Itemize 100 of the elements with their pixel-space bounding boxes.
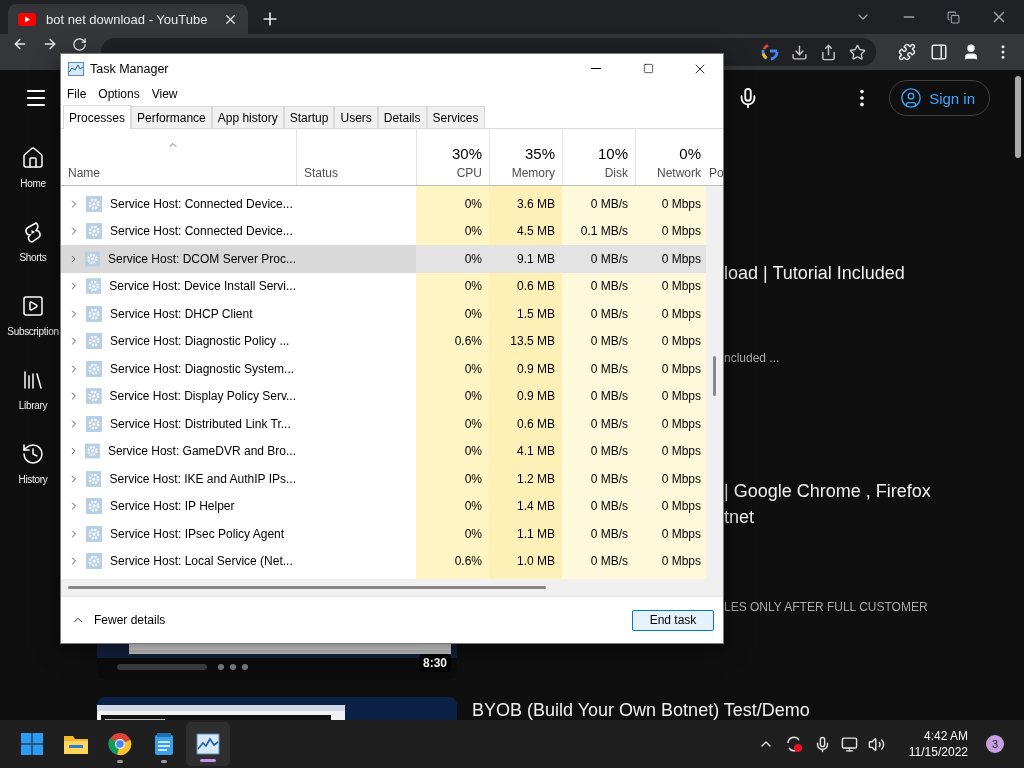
task-manager-icon[interactable]	[196, 733, 220, 755]
network-icon[interactable]	[840, 735, 858, 753]
tab[interactable]: Users	[334, 106, 378, 128]
table-cell-text: 0 MB/s	[589, 388, 629, 406]
scrollbar-thumb[interactable]	[713, 356, 716, 396]
column-header[interactable]: Disk	[604, 166, 628, 180]
gear-icon	[86, 525, 102, 542]
notepad-icon[interactable]	[153, 732, 175, 756]
table-cell-text: 0 Mbps	[660, 195, 702, 213]
tab[interactable]: Details	[377, 106, 427, 128]
notification-badge[interactable]: 3	[986, 735, 1004, 753]
table-cell-text: 0.1 MB/s	[579, 223, 629, 241]
share-icon[interactable]	[820, 43, 837, 61]
back-icon[interactable]	[12, 36, 28, 52]
extensions-icon[interactable]	[898, 43, 916, 61]
table-row[interactable]: Service Host: DHCP Client 0% 1.5 MB 0 MB/s 0 Mbps	[61, 300, 706, 328]
table-cell-text: 0%	[463, 305, 483, 323]
column-total: 35%	[524, 145, 555, 162]
app-indicator	[200, 759, 216, 762]
app-indicator	[161, 760, 167, 763]
column-header[interactable]: Network	[657, 166, 701, 180]
clock[interactable]: 4:42 AM 11/15/2022	[908, 728, 968, 760]
table-row[interactable]: Service Host: Connected Device... 0% 4.5 MB 0.1 MB/s 0 Mbps	[61, 217, 706, 245]
table-cell-text: 0.6%	[453, 333, 483, 351]
video-title[interactable]: | Google Chrome , Firefox	[724, 478, 931, 504]
tab[interactable]: Processes	[63, 105, 132, 129]
table-row[interactable]: Service Host: DCOM Server Proc... 0% 9.1 MB 0 MB/s 0 Mbps	[61, 245, 706, 273]
process-name: Service Host: DHCP Client	[110, 306, 253, 321]
table-row[interactable]: Service Host: Diagnostic System... 0% 0.9 MB 0 MB/s 0 Mbps	[61, 355, 706, 383]
column-header[interactable]: CPU	[456, 166, 482, 180]
windows-logo-icon[interactable]	[20, 732, 44, 756]
browser-tab[interactable]: bot net download - YouTube	[8, 4, 248, 34]
volume-icon[interactable]	[867, 735, 885, 753]
sidebar-item[interactable]: History	[18, 474, 48, 485]
maximize-icon	[642, 63, 654, 74]
sidebar-item[interactable]: Subscription	[7, 326, 59, 337]
table-row[interactable]: Service Host: IKE and AuthIP IPs... 0% 1.2 MB 0 MB/s 0 Mbps	[61, 465, 706, 493]
menu-item[interactable]: File	[67, 87, 87, 101]
reload-icon[interactable]	[72, 36, 87, 52]
column-header[interactable]: Status	[304, 166, 339, 180]
table-row[interactable]: Service Host: Distributed Link Tr... 0% 0.6 MB 0 MB/s 0 Mbps	[61, 410, 706, 438]
date-text: 11/15/2022	[908, 744, 968, 760]
table-row[interactable]: Service Host: IP Helper 0% 1.4 MB 0 MB/s 0 Mbps	[61, 492, 706, 520]
menu-item[interactable]: Options	[98, 87, 140, 101]
video-title[interactable]: tnet	[724, 504, 931, 530]
chrome-icon[interactable]	[108, 732, 132, 756]
sidebar-item[interactable]: Shorts	[19, 252, 47, 263]
home-icon	[21, 146, 45, 170]
table-cell-text: 0 MB/s	[589, 498, 629, 516]
window-title: Task Manager	[90, 61, 169, 76]
table-row[interactable]: Service Host: Connected Device... 0% 3.6 MB 0 MB/s 0 Mbps	[61, 190, 706, 218]
time-text: 4:42 AM	[923, 728, 968, 744]
table-cell: 0 Mbps	[635, 245, 706, 273]
tab[interactable]: Services	[426, 106, 485, 128]
scrollbar-thumb[interactable]	[1015, 76, 1021, 158]
table-cell-text: 0 MB/s	[589, 553, 629, 571]
gear-icon	[85, 250, 100, 267]
restore-icon[interactable]	[947, 10, 960, 24]
end-task-button[interactable]: End task	[632, 609, 714, 631]
table-cell-text: 0 Mbps	[660, 278, 702, 296]
table-row[interactable]: Service Host: Local Service (Net... 0.6% 1.0 MB 0 MB/s 0 Mbps	[61, 547, 706, 575]
process-name: Service Host: GameDVR and Bro...	[107, 444, 296, 459]
column-header[interactable]: Name	[68, 166, 100, 180]
forward-icon[interactable]	[42, 36, 58, 52]
sidebar-item[interactable]: Library	[18, 400, 48, 411]
process-name: Service Host: Connected Device...	[110, 224, 293, 239]
star-icon[interactable]	[849, 43, 866, 61]
video-title[interactable]: load | Tutorial Included	[724, 260, 905, 286]
table-cell-text: 0%	[463, 388, 483, 406]
column-header[interactable]: Po	[709, 166, 724, 180]
table-cell-text: 0 MB/s	[589, 525, 629, 543]
profile-icon[interactable]	[962, 43, 980, 61]
tab[interactable]: App history	[211, 106, 284, 128]
tab[interactable]: Performance	[131, 106, 212, 128]
video-title[interactable]: BYOB (Build Your Own Botnet) Test/Demo	[472, 697, 810, 720]
download-icon[interactable]	[791, 43, 808, 61]
table-cell-text: 0 Mbps	[660, 223, 702, 241]
table-cell-text: 0%	[463, 278, 483, 296]
table-cell-text: 0 Mbps	[660, 525, 702, 543]
table-row[interactable]: Service Host: Device Install Servi... 0% 0.6 MB 0 MB/s 0 Mbps	[61, 272, 706, 300]
side-panel-icon[interactable]	[930, 43, 948, 61]
table-row[interactable]: Service Host: GameDVR and Bro... 0% 4.1 MB 0 MB/s 0 Mbps	[61, 437, 706, 465]
table-cell-text: 0.9 MB	[516, 388, 556, 406]
table-row[interactable]: Service Host: IPsec Policy Agent 0% 1.1 MB 0 MB/s 0 Mbps	[61, 520, 706, 548]
table-cell-text: 0 MB/s	[589, 278, 629, 296]
fewer-details-button[interactable]: Fewer details	[71, 613, 166, 627]
table-row[interactable]: Service Host: Diagnostic Policy ... 0.6% 13.5 MB 0 MB/s 0 Mbps	[61, 327, 706, 355]
scrollbar-thumb[interactable]	[68, 586, 546, 589]
gear-icon	[86, 360, 102, 377]
table-row[interactable]: Service Host: Display Policy Serv... 0% 0.9 MB 0 MB/s 0 Mbps	[61, 382, 706, 410]
table-cell-text: 1.1 MB	[516, 525, 556, 543]
table-cell: 0%	[416, 245, 489, 273]
sidebar-item[interactable]: Home	[20, 178, 46, 189]
gear-icon	[85, 388, 102, 405]
taskbar-button[interactable]	[186, 722, 230, 766]
tab[interactable]: Startup	[283, 106, 335, 128]
google-icon[interactable]	[761, 43, 779, 61]
process-name: Service Host: Diagnostic Policy ...	[110, 334, 290, 349]
menu-item[interactable]: View	[151, 87, 178, 101]
column-header[interactable]: Memory	[511, 166, 555, 180]
